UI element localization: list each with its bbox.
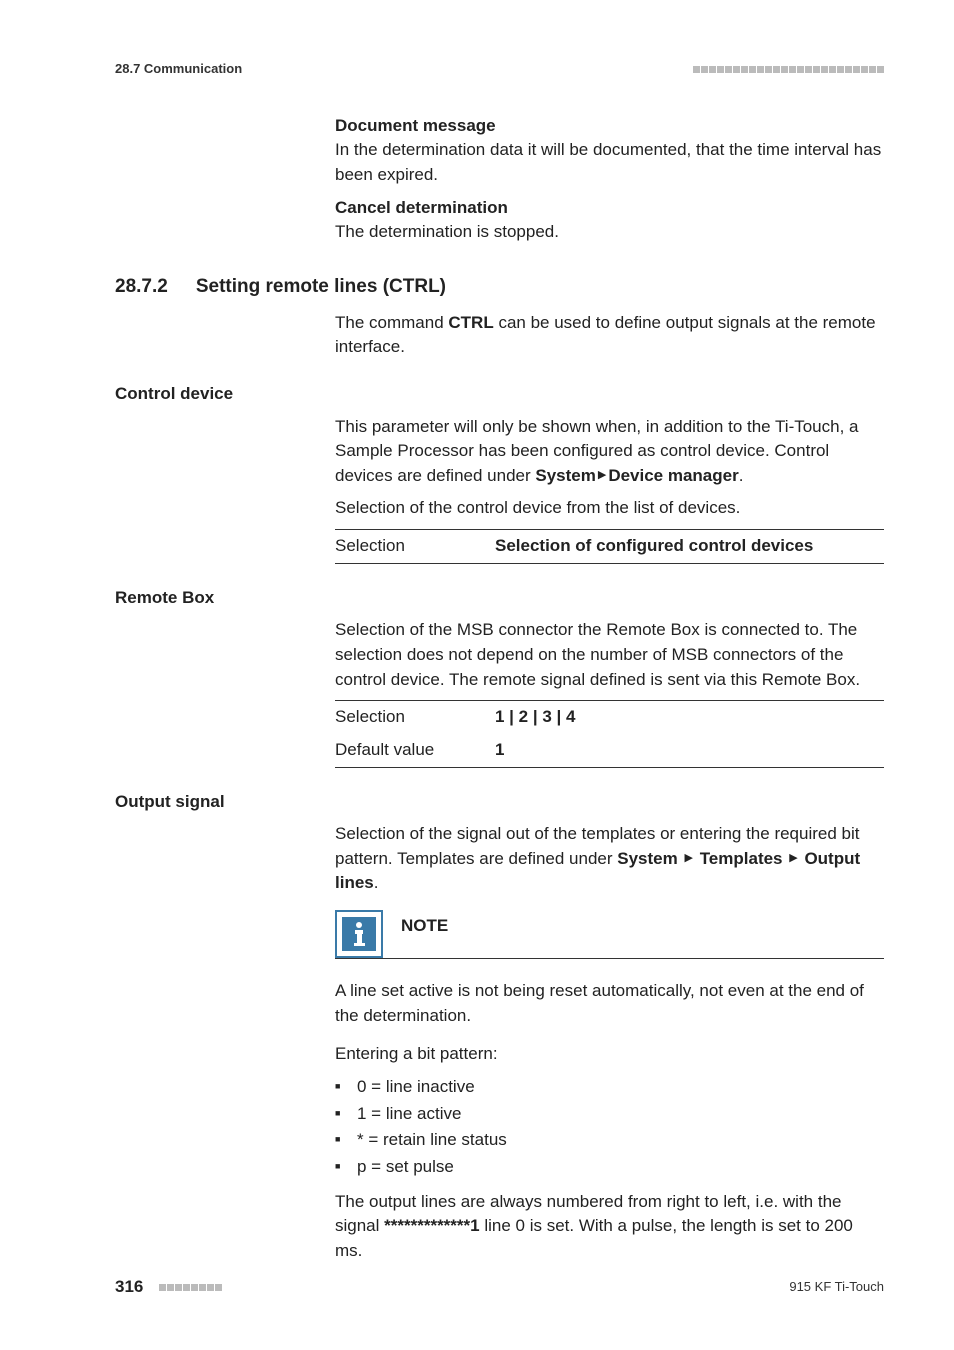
output-signal-label: Output signal xyxy=(115,790,884,815)
cancel-text: The determination is stopped. xyxy=(335,220,884,245)
list-item: * = retain line status xyxy=(357,1128,884,1153)
note-block: NOTE A line set active is not being rese… xyxy=(335,910,884,1028)
section-intro-bold: CTRL xyxy=(448,313,493,332)
info-icon xyxy=(335,910,383,958)
control-device-p1: This parameter will only be shown when, … xyxy=(335,415,884,489)
section-title: Setting remote lines (CTRL) xyxy=(196,273,446,301)
cd-p1-b1: System xyxy=(535,466,595,485)
rb-def-key: Default value xyxy=(335,734,495,767)
list-item: 0 = line inactive xyxy=(357,1075,884,1100)
remote-box-p1: Selection of the MSB connector the Remot… xyxy=(335,618,884,692)
os-p1-b2: Templates xyxy=(700,849,783,868)
footer-decor xyxy=(159,1284,222,1291)
page-number: 316 xyxy=(115,1275,143,1300)
section-intro-pre: The command xyxy=(335,313,448,332)
intro-definitions: Document message In the determination da… xyxy=(335,114,884,245)
cd-table-key: Selection xyxy=(335,530,495,564)
os-p1-b1: System xyxy=(617,849,677,868)
bit-list: 0 = line inactive 1 = line active * = re… xyxy=(335,1075,884,1180)
bit-intro: Entering a bit pattern: xyxy=(335,1042,884,1067)
header-section: 28.7 Communication xyxy=(115,60,242,79)
cd-table-val: Selection of configured control devices xyxy=(495,530,884,564)
rb-def-val: 1 xyxy=(495,734,884,767)
cd-p1-post: . xyxy=(739,466,744,485)
note-title: NOTE xyxy=(401,910,448,939)
triangle-icon: ▶ xyxy=(789,851,797,867)
footer-product: 915 KF Ti-Touch xyxy=(789,1278,884,1297)
docmsg-text: In the determination data it will be doc… xyxy=(335,138,884,187)
remote-box-label: Remote Box xyxy=(115,586,884,611)
rb-sel-val: 1 | 2 | 3 | 4 xyxy=(495,701,884,734)
page-footer: 316 915 KF Ti-Touch xyxy=(115,1275,884,1300)
control-device-label: Control device xyxy=(115,382,884,407)
section-heading: 28.7.2 Setting remote lines (CTRL) xyxy=(115,273,884,301)
triangle-icon: ▶ xyxy=(598,468,606,484)
os-p2-bold: *************1 xyxy=(384,1216,479,1235)
triangle-icon: ▶ xyxy=(684,851,692,867)
control-device-p2: Selection of the control device from the… xyxy=(335,496,884,521)
list-item: 1 = line active xyxy=(357,1102,884,1127)
note-body: A line set active is not being reset aut… xyxy=(335,979,884,1028)
control-device-table: Selection Selection of configured contro… xyxy=(335,529,884,564)
os-p1-post: . xyxy=(374,873,379,892)
output-signal-p2: The output lines are always numbered fro… xyxy=(335,1190,884,1264)
remote-box-table: Selection 1 | 2 | 3 | 4 Default value 1 xyxy=(335,700,884,767)
rb-sel-key: Selection xyxy=(335,701,495,734)
output-signal-p1: Selection of the signal out of the templ… xyxy=(335,822,884,896)
cd-p1-pre: This parameter will only be shown when, … xyxy=(335,417,859,485)
list-item: p = set pulse xyxy=(357,1155,884,1180)
cd-p1-b2: Device manager xyxy=(608,466,738,485)
section-intro: The command CTRL can be used to define o… xyxy=(335,311,884,360)
cancel-title: Cancel determination xyxy=(335,196,884,221)
page-header: 28.7 Communication xyxy=(115,60,884,79)
header-decor xyxy=(693,66,884,73)
docmsg-title: Document message xyxy=(335,114,884,139)
section-number: 28.7.2 xyxy=(115,273,168,301)
